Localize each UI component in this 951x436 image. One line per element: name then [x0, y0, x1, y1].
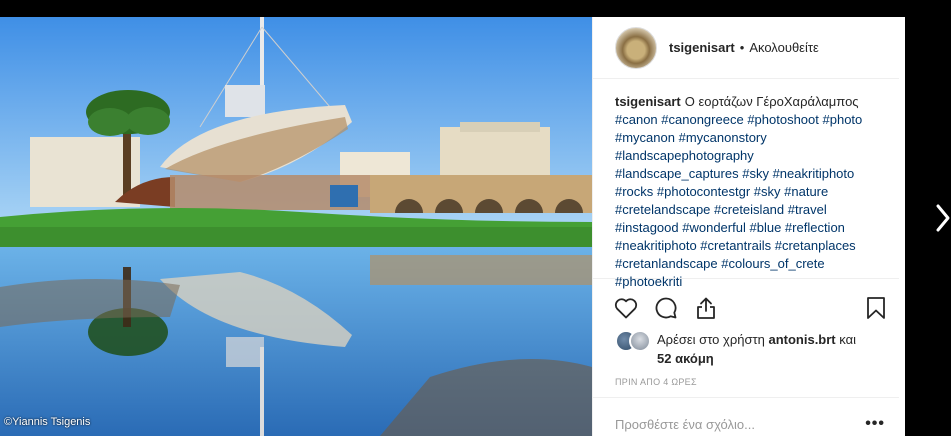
- comment-bar: Προσθέστε ένα σχόλιο... •••: [593, 398, 905, 436]
- likes-prefix: Αρέσει στο χρήστη: [657, 332, 765, 347]
- more-options-button[interactable]: •••: [865, 415, 885, 433]
- caption-username[interactable]: tsigenisart: [615, 94, 681, 109]
- post-photo[interactable]: ©Yiannis Tsigenis: [0, 17, 592, 436]
- hashtag-link[interactable]: #creteisland: [714, 202, 784, 217]
- likes-text: Αρέσει στο χρήστη antonis.brt και 52 ακό…: [657, 330, 856, 368]
- likes-suffix: και: [839, 332, 857, 347]
- bookmark-icon[interactable]: [863, 295, 889, 321]
- post-modal: ©Yiannis Tsigenis tsigenisart • Ακολουθε…: [0, 17, 905, 436]
- comment-input[interactable]: Προσθέστε ένα σχόλιο...: [615, 417, 865, 432]
- hashtag-link[interactable]: #reflection: [785, 220, 845, 235]
- hashtag-link[interactable]: #landscapephotography: [615, 148, 754, 163]
- follow-status-button[interactable]: Ακολουθείτε: [749, 40, 818, 55]
- hashtag-link[interactable]: #photoshoot: [747, 112, 819, 127]
- hashtag-link[interactable]: #nature: [784, 184, 828, 199]
- header-separator: •: [739, 40, 745, 55]
- photo-illustration: [0, 17, 592, 436]
- hashtag-link[interactable]: #cretantrails: [700, 238, 771, 253]
- header-username[interactable]: tsigenisart: [669, 40, 735, 55]
- hashtag-link[interactable]: #blue: [749, 220, 781, 235]
- heart-icon[interactable]: [613, 295, 639, 321]
- hashtag-link[interactable]: #photo: [823, 112, 863, 127]
- hashtag-link[interactable]: #instagood: [615, 220, 679, 235]
- caption-text: Ο εορτάζων ΓέροΧαράλαμπος: [684, 94, 859, 109]
- hashtag-list: #canon #canongreece #photoshoot #photo #…: [615, 112, 862, 289]
- likes-others[interactable]: 52 ακόμη: [657, 351, 714, 366]
- hashtag-link[interactable]: #rocks: [615, 184, 653, 199]
- liker-avatars[interactable]: [615, 330, 655, 354]
- hashtag-link[interactable]: #canongreece: [661, 112, 743, 127]
- hashtag-link[interactable]: #mycanon: [615, 130, 675, 145]
- hashtag-link[interactable]: #neakritiphoto: [773, 166, 855, 181]
- hashtag-link[interactable]: #cretelandscape: [615, 202, 710, 217]
- hashtag-link[interactable]: #canon: [615, 112, 658, 127]
- comment-icon[interactable]: [653, 295, 679, 321]
- chevron-right-icon: [936, 204, 950, 232]
- hashtag-link[interactable]: #travel: [788, 202, 827, 217]
- hashtag-link[interactable]: #colours_of_crete: [721, 256, 824, 271]
- action-bar: [593, 286, 905, 330]
- hashtag-link[interactable]: #mycanonstory: [679, 130, 767, 145]
- hashtag-link[interactable]: #cretanplaces: [775, 238, 856, 253]
- likes-summary: Αρέσει στο χρήστη antonis.brt και 52 ακό…: [593, 330, 905, 368]
- avatar[interactable]: [615, 26, 657, 69]
- share-icon[interactable]: [693, 295, 719, 321]
- next-post-arrow[interactable]: [935, 200, 951, 236]
- liker-username[interactable]: antonis.brt: [768, 332, 835, 347]
- post-caption: tsigenisart Ο εορτάζων ΓέροΧαράλαμπος #ca…: [593, 79, 899, 289]
- hashtag-link[interactable]: #cretanlandscape: [615, 256, 718, 271]
- hashtag-link[interactable]: #photoekriti: [615, 274, 682, 289]
- hashtag-link[interactable]: #sky: [754, 184, 781, 199]
- hashtag-link[interactable]: #landscape_captures: [615, 166, 739, 181]
- hashtag-link[interactable]: #neakritiphoto: [615, 238, 697, 253]
- photo-credit: ©Yiannis Tsigenis: [4, 416, 91, 428]
- liker-avatar: [629, 330, 651, 352]
- post-header: tsigenisart • Ακολουθείτε: [593, 17, 899, 79]
- post-side-panel: tsigenisart • Ακολουθείτε tsigenisart Ο ε…: [592, 17, 905, 436]
- post-timestamp[interactable]: ΠΡΙΝ ΑΠΟ 4 ΩΡΕΣ: [593, 377, 899, 398]
- hashtag-link[interactable]: #photocontestgr: [657, 184, 750, 199]
- hashtag-link[interactable]: #sky: [742, 166, 769, 181]
- hashtag-link[interactable]: #wonderful: [682, 220, 746, 235]
